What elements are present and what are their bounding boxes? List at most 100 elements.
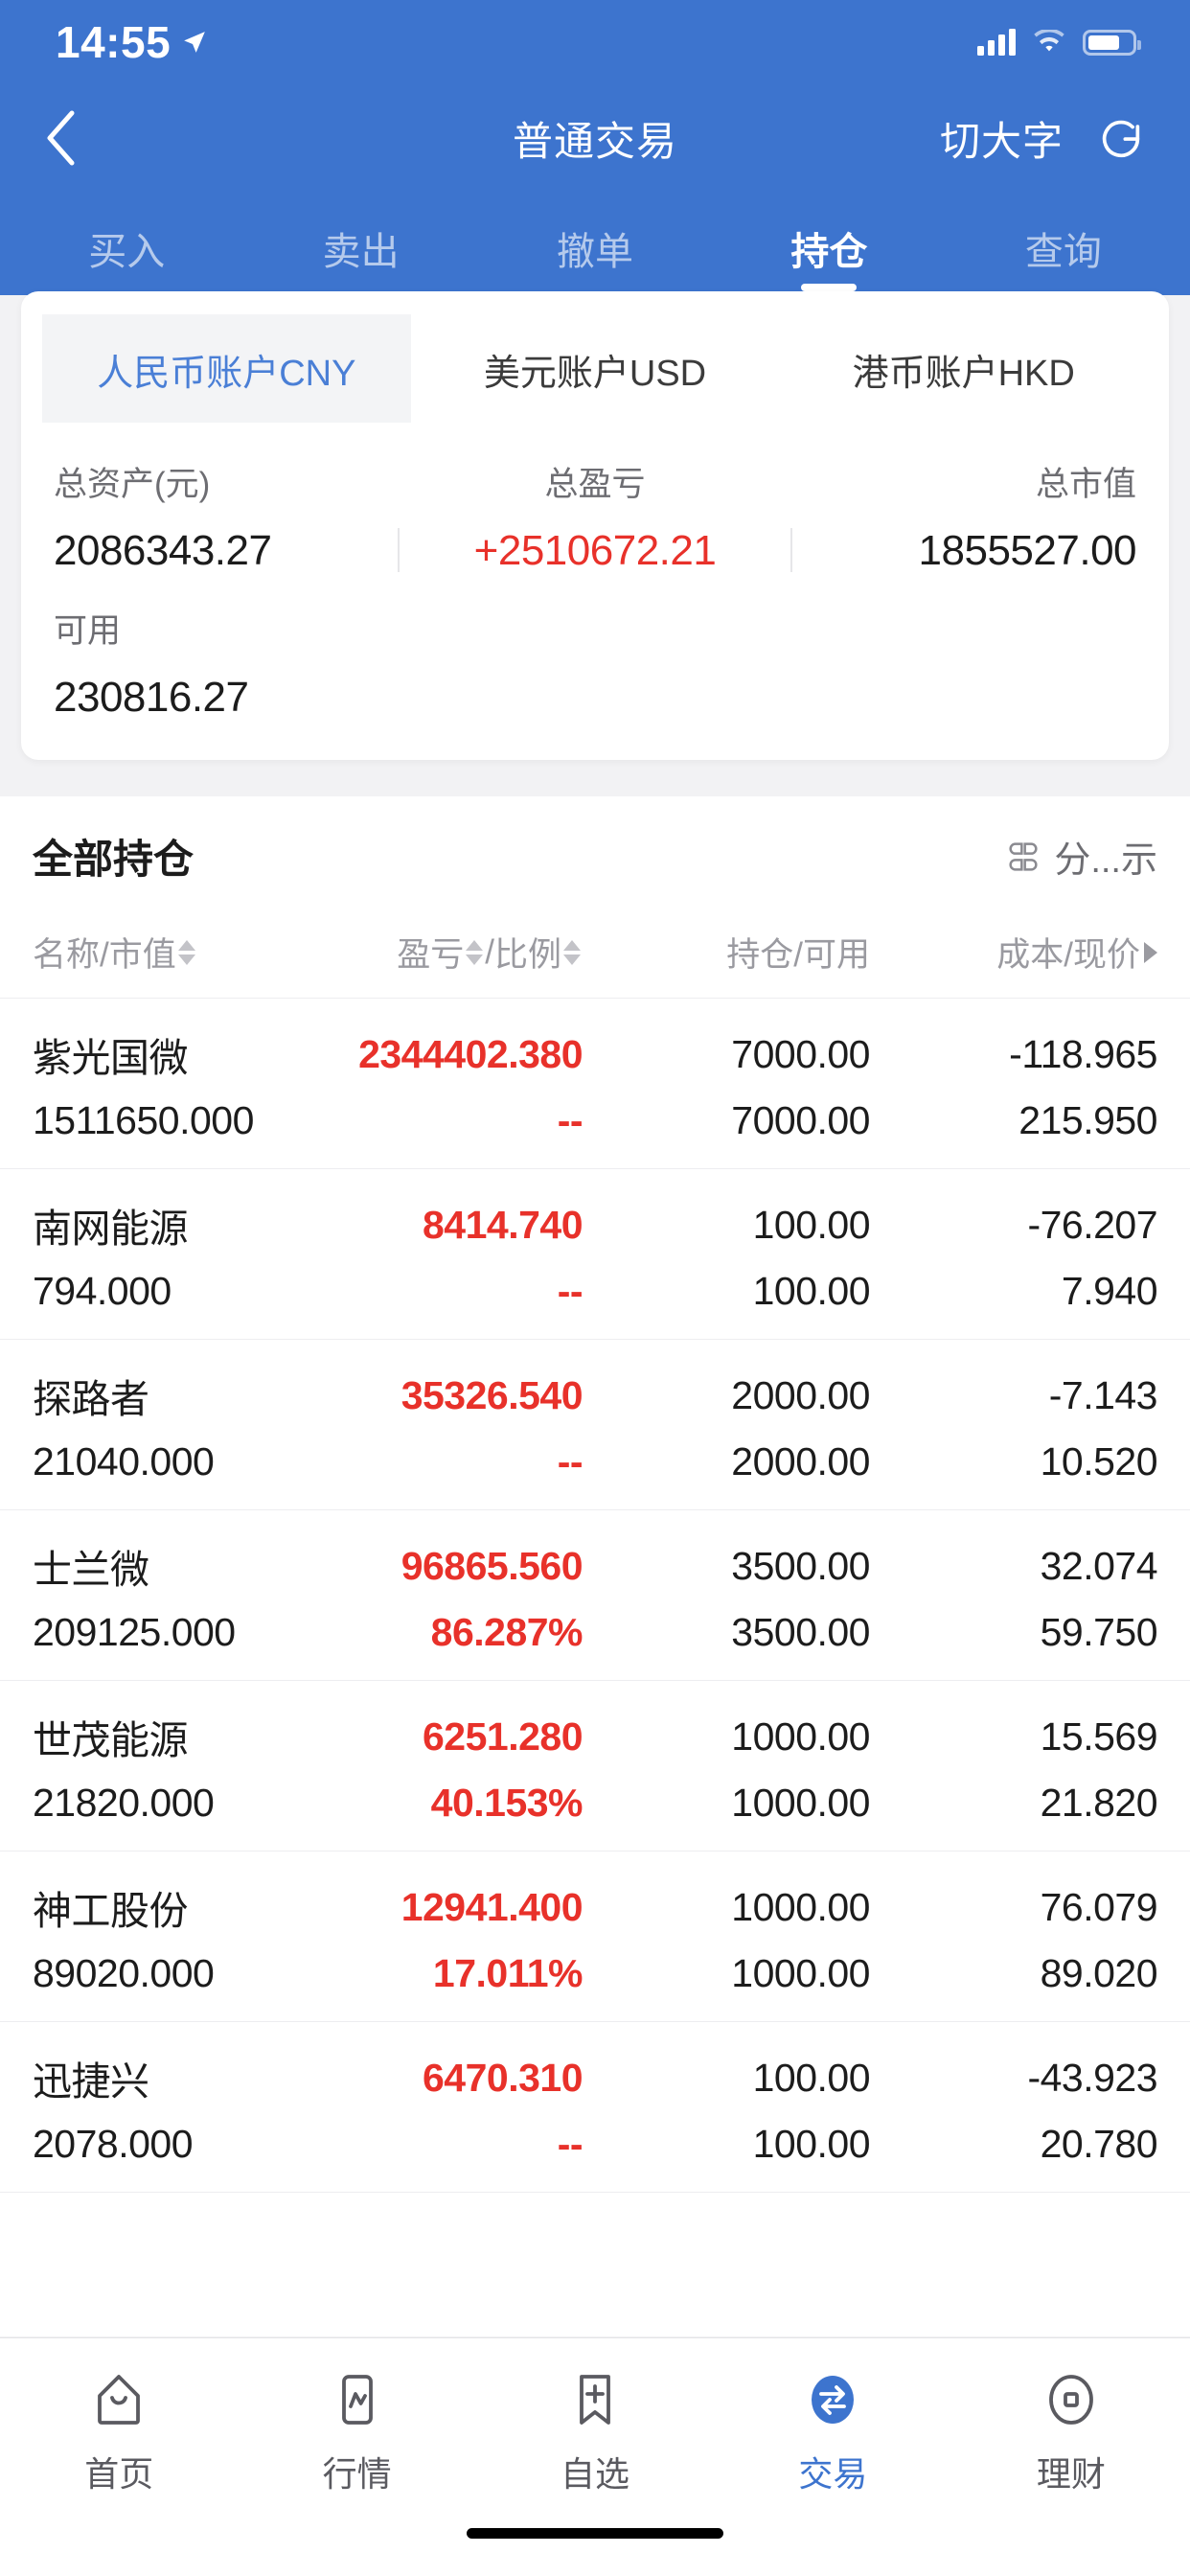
bottom-tab-wealth[interactable]: 理财 [952, 2360, 1190, 2496]
column-header-name-value[interactable]: 名称/市值 [33, 928, 272, 977]
total-market-value: 1855527.00 [918, 527, 1137, 574]
sort-arrows-pnl-icon [466, 939, 484, 965]
holdings-title: 全部持仓 [33, 837, 195, 882]
row-pnl: 35326.540 [400, 1372, 584, 1417]
account-tab-hkd[interactable]: 港币账户HKD [779, 314, 1149, 423]
row-pnl-ratio: -- [557, 1269, 584, 1313]
row-position: 100.00 [752, 2055, 871, 2100]
row-market-value: 794.000 [33, 1269, 172, 1313]
bottom-tab-trade[interactable]: 交易 [714, 2360, 951, 2496]
back-button[interactable] [44, 104, 111, 172]
row-pnl: 6470.310 [422, 2055, 584, 2100]
row-cost: -43.923 [1027, 2055, 1157, 2100]
row-market-value: 2078.000 [33, 2122, 194, 2166]
row-available: 3500.00 [731, 1610, 870, 1654]
holdings-section: 全部持仓 分...示 名称/市值 盈亏 / 比例 持仓/可用 成本/现价 紫光国… [0, 796, 1190, 2336]
wallet-icon [1048, 2375, 1093, 2425]
table-row[interactable]: 紫光国微 2344402.380 7000.00 -118.965 151165… [0, 999, 1190, 1169]
row-cost: -76.207 [1027, 1202, 1157, 1247]
available-value: 230816.27 [54, 674, 249, 721]
row-position: 100.00 [752, 1202, 871, 1247]
status-bar: 14:55 [0, 0, 1190, 84]
bottom-tab-home[interactable]: 首页 [0, 2360, 238, 2496]
holdings-header: 全部持仓 分...示 [0, 796, 1190, 912]
row-pnl-ratio: 40.153% [430, 1781, 584, 1825]
trade-tab-positions[interactable]: 持仓 [712, 220, 946, 295]
table-row[interactable]: 南网能源 8414.740 100.00 -76.207 794.000 -- … [0, 1169, 1190, 1340]
column-header-ratio-text: 比例 [493, 936, 561, 974]
account-tab-cny[interactable]: 人民币账户CNY [42, 314, 411, 423]
row-position: 1000.00 [731, 1884, 870, 1929]
big-font-button[interactable]: 切大字 [940, 109, 1064, 168]
row-stock-name: 探路者 [33, 1377, 149, 1421]
row-cost: 15.569 [1040, 1714, 1158, 1759]
total-pnl-label: 总盈亏 [544, 466, 646, 503]
row-pnl-ratio: -- [557, 1439, 584, 1484]
row-market-value: 89020.000 [33, 1951, 215, 1995]
bottom-tab-bar: 首页 行情 自选 交易 理财 [0, 2337, 1190, 2576]
column-header-position-text: 持仓/可用 [726, 936, 870, 974]
row-line-top: 紫光国微 2344402.380 7000.00 -118.965 [33, 1025, 1158, 1083]
row-price: 21.820 [1040, 1781, 1158, 1825]
row-stock-name: 南网能源 [33, 1207, 189, 1251]
row-pnl: 8414.740 [422, 1202, 584, 1247]
row-line-top: 南网能源 8414.740 100.00 -76.207 [33, 1196, 1158, 1254]
row-stock-name: 迅捷兴 [33, 2059, 149, 2104]
row-pnl-ratio: -- [557, 1098, 584, 1142]
row-market-value: 1511650.000 [33, 1098, 254, 1142]
column-header-cost-price[interactable]: 成本/现价 [870, 928, 1157, 977]
total-market-value-label: 总市值 [1036, 466, 1137, 503]
trade-tab-query[interactable]: 查询 [947, 220, 1180, 295]
table-row[interactable]: 神工股份 12941.400 1000.00 76.079 89020.000 … [0, 1852, 1190, 2022]
wallet-icon-wrap [952, 2360, 1190, 2439]
trade-tab-cancel[interactable]: 撤单 [478, 220, 712, 295]
holdings-table-header: 名称/市值 盈亏 / 比例 持仓/可用 成本/现价 [0, 912, 1190, 999]
total-pnl-block: 总盈亏 +2510672.21 [397, 457, 793, 575]
display-mode-toggle[interactable]: 分...示 [1004, 830, 1157, 883]
battery-icon [1083, 29, 1141, 56]
row-line-bottom: 2078.000 -- 100.00 20.780 [33, 2122, 1158, 2167]
table-row[interactable]: 迅捷兴 6470.310 100.00 -43.923 2078.000 -- … [0, 2022, 1190, 2193]
row-available: 2000.00 [731, 1439, 870, 1484]
sort-arrows-icon [177, 939, 195, 965]
row-available: 100.00 [752, 1269, 871, 1313]
row-pnl: 6251.280 [422, 1714, 584, 1759]
total-assets-block: 总资产(元) 2086343.27 [54, 457, 415, 575]
account-summary-card: 人民币账户CNY 美元账户USD 港币账户HKD 总资产(元) 2086343.… [21, 291, 1169, 760]
bottom-tab-watchlist[interactable]: 自选 [476, 2360, 714, 2496]
row-available: 100.00 [752, 2122, 871, 2166]
row-line-top: 迅捷兴 6470.310 100.00 -43.923 [33, 2049, 1158, 2106]
section-divider [0, 764, 1190, 796]
market-chart-icon-wrap [238, 2360, 475, 2439]
trade-tab-sell[interactable]: 卖出 [243, 220, 477, 295]
trade-tab-buy[interactable]: 买入 [10, 220, 243, 295]
row-available: 1000.00 [731, 1781, 870, 1825]
exchange-arrows-icon-wrap [714, 2360, 951, 2439]
column-header-separator: / [485, 932, 494, 971]
row-pnl: 2344402.380 [358, 1031, 583, 1076]
row-line-top: 士兰微 96865.560 3500.00 32.074 [33, 1537, 1158, 1595]
row-pnl-ratio: 86.287% [430, 1610, 584, 1654]
bottom-tab-market[interactable]: 行情 [238, 2360, 475, 2496]
row-position: 3500.00 [731, 1543, 870, 1588]
row-market-value: 209125.000 [33, 1610, 236, 1654]
column-header-pnl-ratio[interactable]: 盈亏 / 比例 [272, 928, 583, 977]
row-cost: -118.965 [1009, 1031, 1157, 1076]
row-position: 7000.00 [731, 1031, 870, 1076]
refresh-icon[interactable] [1096, 113, 1146, 163]
table-row[interactable]: 世茂能源 6251.280 1000.00 15.569 21820.000 4… [0, 1681, 1190, 1852]
available-label: 可用 [54, 612, 122, 650]
table-row[interactable]: 探路者 35326.540 2000.00 -7.143 21040.000 -… [0, 1340, 1190, 1510]
row-line-bottom: 89020.000 17.011% 1000.00 89.020 [33, 1951, 1158, 1996]
row-pnl-ratio: 17.011% [432, 1951, 584, 1995]
row-pnl-ratio: -- [557, 2122, 584, 2166]
account-tab-usd[interactable]: 美元账户USD [410, 314, 780, 423]
table-row[interactable]: 士兰微 96865.560 3500.00 32.074 209125.000 … [0, 1510, 1190, 1681]
available-block: 可用 230816.27 [21, 575, 1169, 760]
bottom-tab-market-label: 行情 [322, 2454, 392, 2494]
row-pnl: 96865.560 [400, 1543, 584, 1588]
row-line-top: 探路者 35326.540 2000.00 -7.143 [33, 1367, 1158, 1424]
total-pnl-value: +2510672.21 [473, 527, 717, 574]
display-mode-label: 分...示 [1054, 840, 1157, 881]
bottom-tab-home-label: 首页 [84, 2454, 154, 2494]
